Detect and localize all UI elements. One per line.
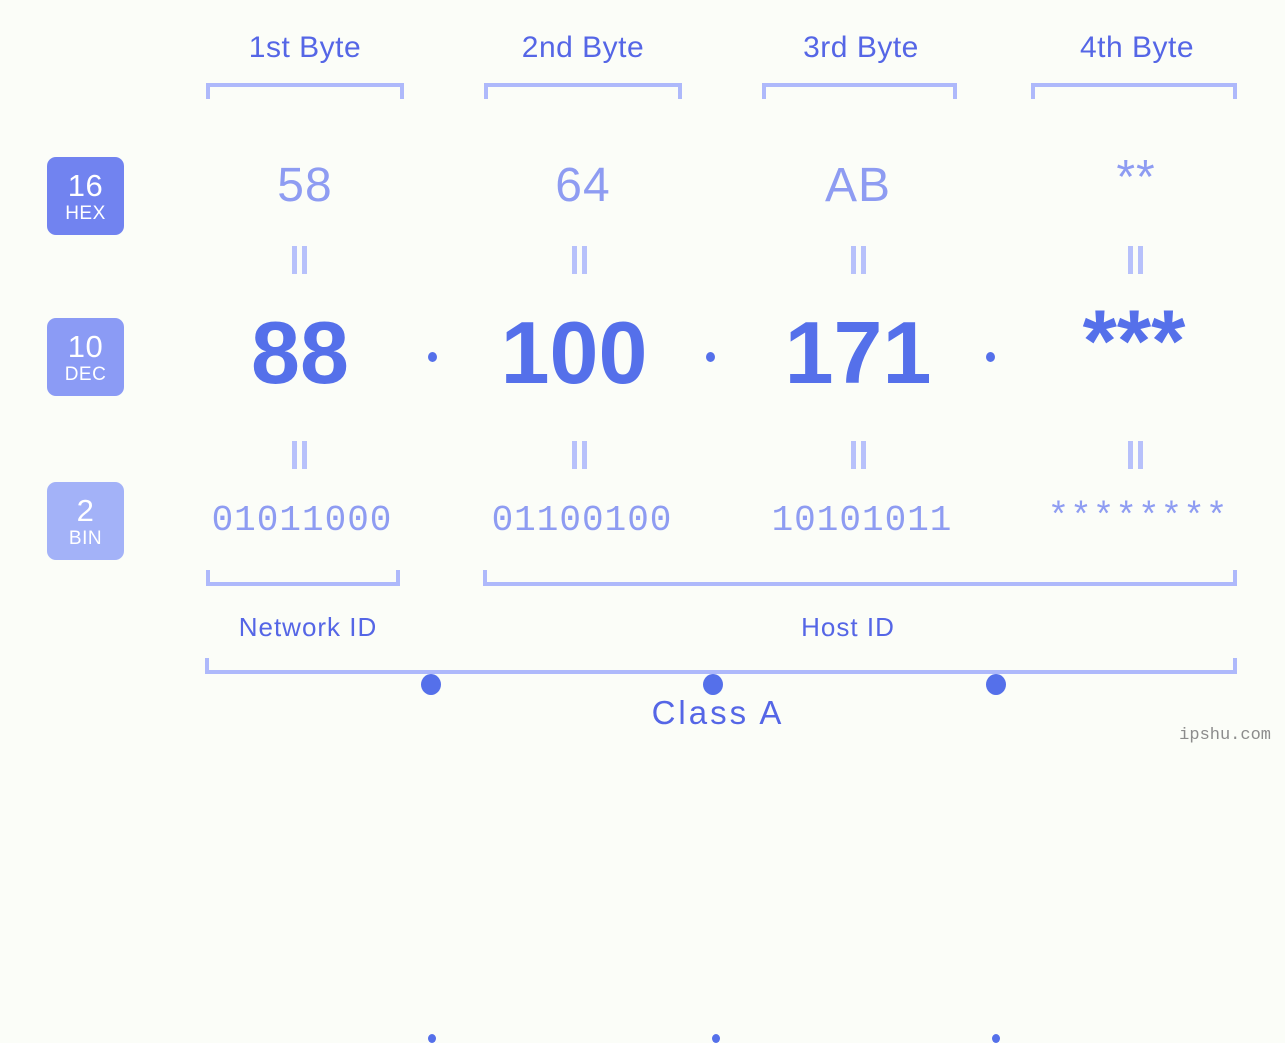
dec-octet-2: 100 <box>500 303 648 402</box>
byte-bracket-1 <box>206 83 404 99</box>
bin-octet-3: 10101011 <box>771 500 953 541</box>
byte-header-2: 2nd Byte <box>521 31 645 64</box>
equals-mark-dec-bin-1 <box>292 441 308 469</box>
byte-header-3: 3rd Byte <box>803 31 919 64</box>
equals-mark-dec-bin-4 <box>1128 441 1144 469</box>
bin-separator-dot-1 <box>428 1034 436 1043</box>
equals-mark-hex-dec-2 <box>572 246 588 274</box>
equals-mark-hex-dec-3 <box>851 246 867 274</box>
host-id-label: Host ID <box>801 612 895 642</box>
bin-row: 01011000 01100100 10101011 ******** <box>0 497 1285 1043</box>
bin-separator-dot-3 <box>992 1034 1000 1043</box>
hex-octet-2: 64 <box>555 159 611 212</box>
equals-mark-hex-dec-1 <box>292 246 308 274</box>
site-watermark: ipshu.com <box>1179 726 1271 745</box>
byte-bracket-3 <box>762 83 957 99</box>
byte-header-1: 1st Byte <box>248 31 362 64</box>
network-id-label: Network ID <box>238 612 378 642</box>
dec-separator-dot-1 <box>421 674 441 695</box>
class-bracket <box>205 658 1237 674</box>
equals-mark-hex-dec-4 <box>1128 246 1144 274</box>
byte-header-4: 4th Byte <box>1079 31 1195 64</box>
bin-separator-dot-2 <box>712 1034 720 1043</box>
hex-row: 58 64 AB ** <box>0 151 1285 362</box>
hex-octet-1: 58 <box>277 159 333 212</box>
dec-separator-dot-2 <box>703 674 723 695</box>
bin-octet-1: 01011000 <box>211 500 393 541</box>
hex-octet-3: AB <box>824 159 892 212</box>
bin-octet-2: 01100100 <box>491 500 673 541</box>
equals-mark-dec-bin-3 <box>851 441 867 469</box>
hex-octet-4: ** <box>1116 151 1156 204</box>
bin-octet-4: ******** <box>1047 497 1229 538</box>
dec-octet-3: 171 <box>784 303 932 402</box>
dec-octet-4: *** <box>1082 291 1186 390</box>
byte-bracket-4 <box>1031 83 1237 99</box>
equals-mark-dec-bin-2 <box>572 441 588 469</box>
dec-row: 88 100 171 *** <box>0 291 1285 695</box>
dec-separator-dot-3 <box>986 674 1006 695</box>
class-label: Class A <box>651 694 785 731</box>
network-id-bracket <box>206 570 400 586</box>
ip-address-breakdown-diagram: 1st Byte 2nd Byte 3rd Byte 4th Byte 16 H… <box>0 0 1285 1043</box>
host-id-bracket <box>483 570 1237 586</box>
byte-bracket-2 <box>484 83 682 99</box>
dec-octet-1: 88 <box>251 303 349 402</box>
